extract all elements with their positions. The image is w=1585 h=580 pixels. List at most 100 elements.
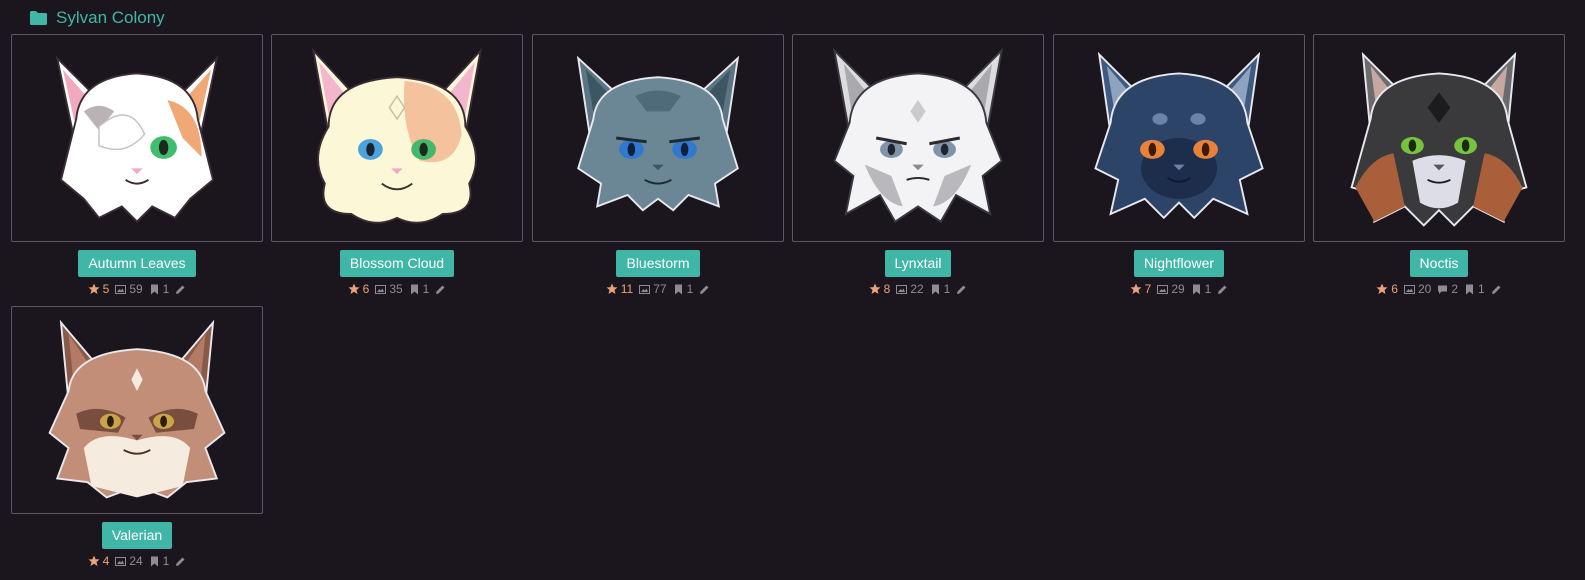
bookmark-icon xyxy=(1466,284,1474,294)
character-portrait xyxy=(832,47,1004,223)
images-stat: 77 xyxy=(639,282,667,296)
character-thumbnail[interactable] xyxy=(11,306,263,514)
images-stat: 20 xyxy=(1403,282,1432,296)
images-count: 77 xyxy=(653,282,667,296)
folder-title[interactable]: Sylvan Colony xyxy=(56,8,165,28)
character-thumbnail[interactable] xyxy=(532,34,784,242)
bookmarks-stat: 1 xyxy=(409,282,430,296)
character-name-button[interactable]: Lynxtail xyxy=(884,250,952,277)
character-thumbnail[interactable] xyxy=(1053,34,1305,242)
bookmark-icon xyxy=(1192,284,1200,294)
character-name-button[interactable]: Autumn Leaves xyxy=(78,250,196,277)
favorites-stat: 6 xyxy=(348,282,370,296)
favorites-count: 6 xyxy=(1391,282,1398,296)
favorites-count: 8 xyxy=(883,282,891,296)
image-icon xyxy=(896,284,908,294)
character-portrait xyxy=(55,55,219,223)
comments-stat: 2 xyxy=(1437,282,1458,296)
character-stats: 4 24 1 xyxy=(11,553,263,569)
star-icon xyxy=(348,283,360,294)
bookmarks-stat: 1 xyxy=(673,282,694,296)
bookmarks-stat: 1 xyxy=(1464,282,1485,296)
character-portrait xyxy=(48,319,226,499)
image-icon xyxy=(375,284,387,294)
character-card: Noctis 6 20 2 1 xyxy=(1313,34,1565,297)
character-card: Valerian 4 24 1 xyxy=(11,306,263,569)
favorites-stat: 6 xyxy=(1376,282,1398,296)
character-card: Lynxtail 8 22 1 xyxy=(792,34,1044,297)
favorites-count: 4 xyxy=(102,554,110,568)
comments-count: 2 xyxy=(1451,282,1459,296)
character-name-button[interactable]: Bluestorm xyxy=(616,250,700,277)
bookmarks-stat: 1 xyxy=(1191,282,1211,296)
star-icon xyxy=(1376,283,1388,294)
image-icon xyxy=(115,556,127,566)
character-stats: 6 20 2 1 xyxy=(1313,281,1565,297)
star-icon xyxy=(88,555,100,566)
images-count: 35 xyxy=(389,282,403,296)
character-thumbnail[interactable] xyxy=(1313,34,1565,242)
bookmarks-stat: 1 xyxy=(930,282,951,296)
image-icon xyxy=(1403,284,1415,294)
folder-header[interactable]: Sylvan Colony xyxy=(29,6,165,30)
pencil-icon[interactable] xyxy=(435,284,446,295)
favorites-stat: 5 xyxy=(88,282,110,296)
character-card: Nightflower 7 29 1 xyxy=(1053,34,1305,297)
pencil-icon[interactable] xyxy=(956,284,967,295)
character-portrait xyxy=(576,55,740,212)
images-stat: 22 xyxy=(896,282,924,296)
pencil-icon[interactable] xyxy=(175,556,186,567)
character-name-button[interactable]: Nightflower xyxy=(1133,250,1225,277)
character-portrait xyxy=(1350,51,1528,227)
character-thumbnail[interactable] xyxy=(792,34,1044,242)
favorites-count: 5 xyxy=(102,282,110,296)
bookmarks-count: 1 xyxy=(943,282,951,296)
bookmarks-count: 1 xyxy=(422,282,430,296)
favorites-count: 11 xyxy=(620,282,634,296)
pencil-icon[interactable] xyxy=(1491,284,1502,295)
pencil-icon[interactable] xyxy=(1217,284,1228,295)
pencil-icon[interactable] xyxy=(699,284,710,295)
character-stats: 7 29 1 xyxy=(1053,281,1305,297)
character-name-button[interactable]: Blossom Cloud xyxy=(339,250,455,277)
pencil-icon[interactable] xyxy=(175,284,186,295)
image-icon xyxy=(639,284,651,294)
images-count: 59 xyxy=(129,282,143,296)
character-stats: 5 59 1 xyxy=(11,281,263,297)
image-icon xyxy=(115,284,127,294)
star-icon xyxy=(606,283,618,294)
bookmarks-count: 1 xyxy=(162,554,170,568)
character-portrait xyxy=(1094,51,1264,220)
images-count: 20 xyxy=(1417,282,1432,296)
star-icon xyxy=(1130,283,1142,294)
favorites-count: 7 xyxy=(1144,282,1152,296)
bookmark-icon xyxy=(674,284,682,294)
character-card: Blossom Cloud 6 35 1 xyxy=(271,34,523,297)
character-card: Bluestorm 11 77 1 xyxy=(532,34,784,297)
favorites-count: 6 xyxy=(362,282,370,296)
images-stat: 29 xyxy=(1157,282,1185,296)
bookmark-icon xyxy=(931,284,939,294)
character-stats: 8 22 1 xyxy=(792,281,1044,297)
character-portrait xyxy=(311,47,483,224)
character-stats: 6 35 1 xyxy=(271,281,523,297)
bookmarks-count: 1 xyxy=(686,282,694,296)
favorites-stat: 4 xyxy=(88,554,110,568)
character-thumbnail[interactable] xyxy=(271,34,523,242)
bookmarks-stat: 1 xyxy=(149,282,170,296)
bookmarks-count: 1 xyxy=(162,282,170,296)
character-thumbnail[interactable] xyxy=(11,34,263,242)
character-name-button[interactable]: Noctis xyxy=(1409,250,1469,277)
folder-icon xyxy=(30,11,47,25)
favorites-stat: 11 xyxy=(606,282,633,296)
character-card: Autumn Leaves 5 59 1 xyxy=(11,34,263,297)
character-name-button[interactable]: Valerian xyxy=(101,522,173,549)
images-stat: 59 xyxy=(115,282,143,296)
bookmarks-stat: 1 xyxy=(149,554,170,568)
images-count: 22 xyxy=(910,282,924,296)
character-stats: 11 77 1 xyxy=(532,281,784,297)
star-icon xyxy=(88,283,100,294)
favorites-stat: 7 xyxy=(1130,282,1152,296)
bookmark-icon xyxy=(150,556,158,566)
star-icon xyxy=(869,283,881,294)
